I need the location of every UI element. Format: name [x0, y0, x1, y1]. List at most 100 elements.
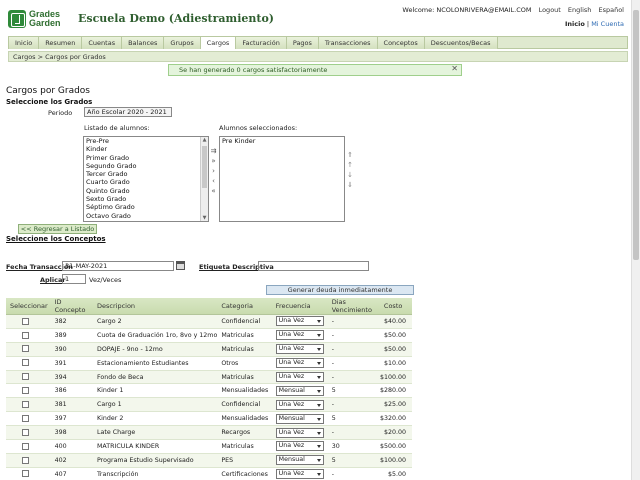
frequency-select[interactable]: Una Vez	[275, 427, 324, 438]
calendar-icon[interactable]	[176, 261, 185, 270]
list-item[interactable]: Kinder	[84, 145, 208, 153]
nav-conceptos[interactable]: Conceptos	[377, 37, 425, 49]
col-frecuencia: Frecuencia	[271, 298, 328, 315]
cell-costo: $100.00	[379, 370, 412, 385]
select-checkbox[interactable]	[22, 359, 29, 367]
periodo-select[interactable]: Año Escolar 2020 - 2021	[84, 107, 172, 117]
generate-debt-button[interactable]: Generar deuda inmediatamente	[266, 285, 414, 295]
table-row: 398 Late Charge Recargos Una Vez - $20.0…	[6, 425, 412, 441]
frequency-select[interactable]: Una Vez	[275, 441, 324, 452]
cell-desc: Late Charge	[93, 425, 218, 441]
list-item[interactable]: Pre-Pre	[84, 137, 208, 145]
success-text: Se han generado 0 cargos satisfactoriame…	[179, 66, 328, 74]
welcome-text: Welcome: NCOLONRIVERA@EMAIL.COM	[402, 6, 532, 14]
section-grades-title: Seleccione los Grados	[6, 98, 93, 106]
back-to-list-button[interactable]: << Regresar a Listado	[18, 224, 97, 234]
frequency-select[interactable]: Una Vez	[275, 372, 324, 382]
frequency-select[interactable]: Mensual	[275, 413, 324, 424]
select-checkbox[interactable]	[22, 331, 29, 339]
frequency-select[interactable]: Una Vez	[275, 344, 324, 355]
cell-desc: Cargo 2	[93, 314, 218, 329]
mi-cuenta-link[interactable]: Mi Cuenta	[591, 20, 624, 28]
page-scroll-thumb[interactable]	[633, 10, 639, 260]
select-checkbox[interactable]	[22, 414, 29, 422]
nav-resumen[interactable]: Resumen	[39, 37, 83, 49]
list-item[interactable]: Quinto Grado	[84, 187, 208, 195]
frequency-select[interactable]: Una Vez	[275, 330, 324, 341]
nav-pagos[interactable]: Pagos	[286, 37, 319, 49]
section-concepts-title[interactable]: Seleccione los Conceptos	[6, 235, 106, 243]
list-item[interactable]: Cuarto Grado	[84, 178, 208, 186]
nav-descuentos-becas[interactable]: Descuentos/Becas	[424, 37, 498, 49]
select-checkbox[interactable]	[22, 345, 29, 353]
cell-id: 389	[50, 328, 93, 343]
scroll-up-icon[interactable]: ▲	[201, 137, 208, 143]
add-all-icon[interactable]: ⇉	[209, 146, 218, 156]
list-item[interactable]: Séptimo Grado	[84, 203, 208, 211]
move-top-icon[interactable]: ⇑	[346, 150, 354, 160]
list-item[interactable]: Primer Grado	[84, 154, 208, 162]
remove-icon[interactable]: ‹	[209, 176, 218, 186]
move-up-icon[interactable]: ↑	[346, 160, 354, 170]
inicio-link[interactable]: Inicio	[565, 20, 585, 28]
select-checkbox[interactable]	[22, 428, 29, 436]
top-links: Welcome: NCOLONRIVERA@EMAIL.COM Logout E…	[402, 6, 624, 14]
frequency-select[interactable]: Una Vez	[275, 469, 324, 480]
move-bottom-icon[interactable]: ⇓	[346, 180, 354, 190]
select-checkbox[interactable]	[22, 456, 29, 464]
select-checkbox[interactable]	[22, 470, 29, 478]
cell-desc: Programa Estudio Supervisado	[93, 453, 218, 468]
select-checkbox[interactable]	[22, 387, 29, 395]
english-link[interactable]: English	[568, 6, 591, 14]
aplicar-input[interactable]: 1	[62, 274, 86, 284]
frequency-select[interactable]: Mensual	[275, 455, 324, 466]
list-item[interactable]: Sexto Grado	[84, 195, 208, 203]
remove-all-icon[interactable]: «	[209, 186, 218, 196]
nav-cuentas[interactable]: Cuentas	[82, 37, 123, 49]
table-row: 381 Cargo 1 Confidencial Una Vez - $25.0…	[6, 397, 412, 413]
move-down-icon[interactable]: ↓	[346, 170, 354, 180]
concepts-table: Seleccionar ID Concepto Descripcion Cate…	[6, 298, 412, 480]
list-item[interactable]: Tercer Grado	[84, 170, 208, 178]
select-checkbox[interactable]	[22, 401, 29, 409]
listbox-scrollbar[interactable]: ▲ ▼	[200, 137, 208, 221]
page-scrollbar[interactable]	[631, 0, 640, 480]
frequency-select[interactable]: Una Vez	[275, 358, 324, 369]
cell-costo: $50.00	[379, 342, 412, 357]
select-checkbox[interactable]	[22, 317, 29, 325]
link-separator: |	[586, 20, 590, 28]
cell-dias: -	[327, 425, 380, 441]
fecha-input[interactable]: 31-MAY-2021	[62, 261, 174, 271]
nav-grupos[interactable]: Grupos	[164, 37, 201, 49]
nav-inicio[interactable]: Inicio	[9, 37, 40, 49]
list-item[interactable]: Octavo Grado	[84, 212, 208, 220]
select-checkbox[interactable]	[22, 442, 29, 450]
table-row: 389 Cuota de Graduación 1ro, 8vo y 12mo …	[6, 328, 412, 343]
nav-transacciones[interactable]: Transacciones	[318, 37, 378, 49]
espanol-link[interactable]: Español	[598, 6, 624, 14]
add-icon[interactable]: ›	[209, 166, 218, 176]
logout-link[interactable]: Logout	[539, 6, 561, 14]
etiqueta-input[interactable]	[258, 261, 369, 271]
frequency-select[interactable]: Una Vez	[275, 399, 324, 410]
scroll-down-icon[interactable]: ▼	[201, 215, 208, 221]
nav-facturacion[interactable]: Facturación	[236, 37, 287, 49]
list-item[interactable]: Segundo Grado	[84, 162, 208, 170]
list-item[interactable]: Pre Kinder	[220, 137, 344, 145]
student-listbox[interactable]: Pre-Pre Kinder Primer Grado Segundo Grad…	[83, 136, 209, 222]
cell-dias: -	[327, 356, 380, 371]
grades-garden-logo[interactable]: Grades Garden	[8, 8, 70, 30]
add-one-icon[interactable]: »	[209, 156, 218, 166]
cell-dias: 30	[327, 439, 380, 454]
cell-costo: $320.00	[379, 411, 412, 427]
selected-listbox[interactable]: Pre Kinder	[219, 136, 345, 222]
frequency-select[interactable]: Una Vez	[275, 316, 324, 327]
nav-cargos[interactable]: Cargos	[200, 37, 237, 49]
cell-cat: Matriculas	[217, 342, 272, 357]
select-checkbox[interactable]	[22, 373, 29, 381]
close-icon[interactable]: ✕	[451, 64, 458, 74]
nav-balances[interactable]: Balances	[122, 37, 165, 49]
scroll-thumb[interactable]	[202, 146, 207, 188]
cell-cat: Confidencial	[217, 397, 272, 413]
frequency-select[interactable]: Mensual	[275, 385, 324, 396]
